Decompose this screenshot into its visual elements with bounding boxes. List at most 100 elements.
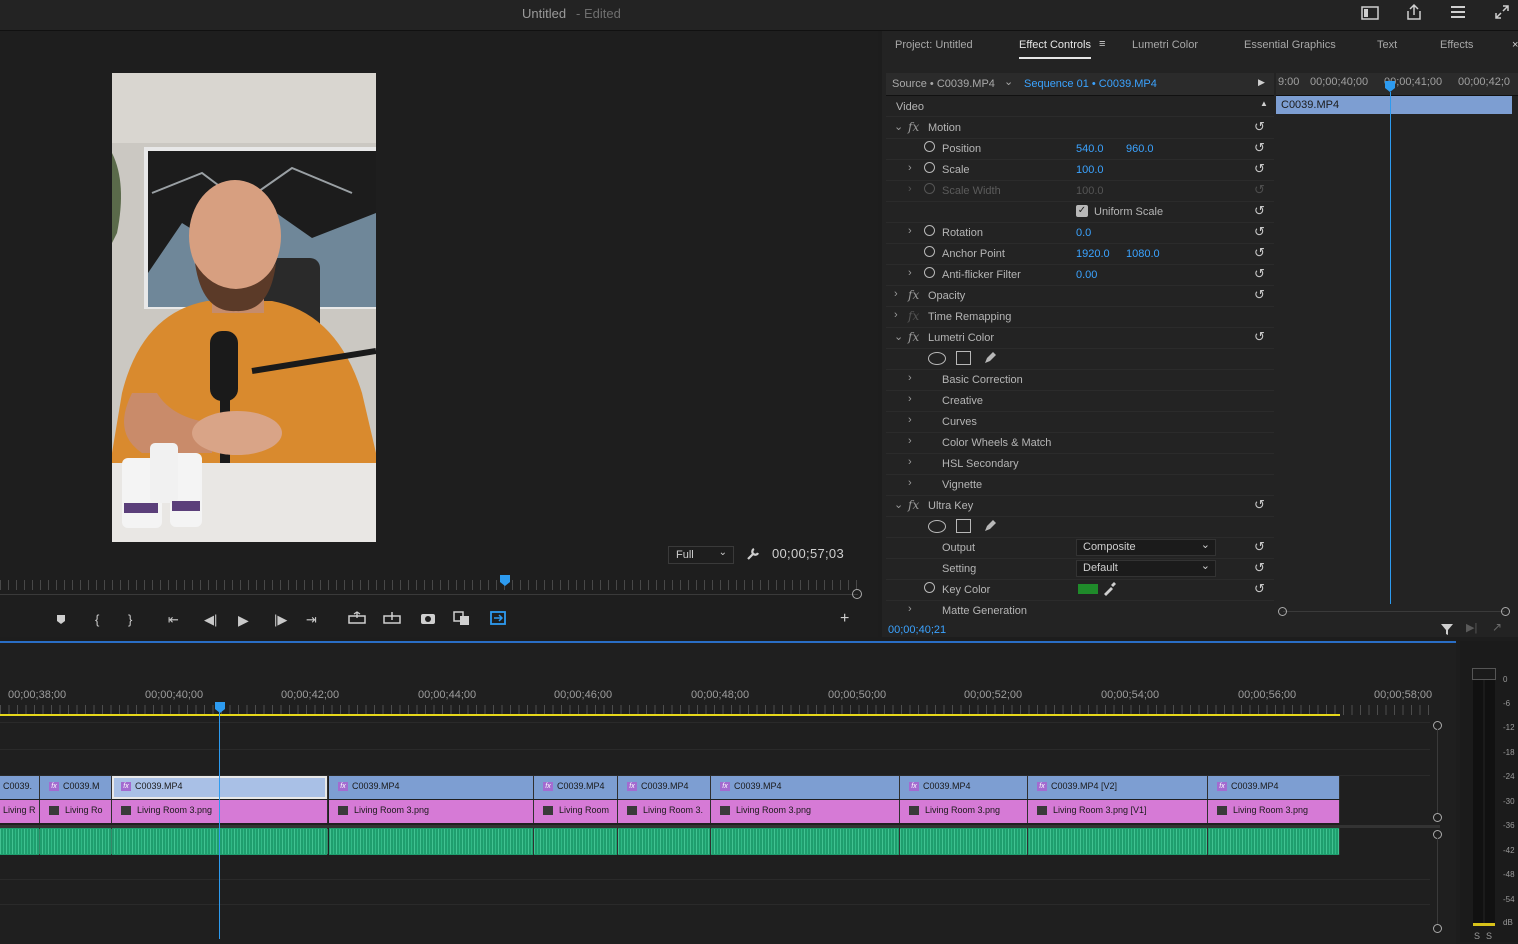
- chevron-down-icon[interactable]: ⌄: [894, 120, 903, 133]
- a1-clip[interactable]: [534, 828, 618, 855]
- chevron-down-icon[interactable]: ⌄: [1004, 75, 1013, 88]
- zoom-handle[interactable]: [1501, 607, 1510, 616]
- chevron-right-icon[interactable]: ›: [908, 414, 912, 426]
- lumetri-basic-correction[interactable]: › Basic Correction: [886, 369, 1274, 391]
- reset-icon[interactable]: ↺: [1254, 581, 1265, 597]
- program-scrub-ruler[interactable]: [0, 580, 858, 590]
- a1-clip[interactable]: [0, 828, 40, 855]
- v1-clip[interactable]: Living Room 3.png: [900, 800, 1028, 823]
- solo-left-button[interactable]: S: [1474, 931, 1480, 941]
- v2-clip[interactable]: fx C0039.MP4: [329, 776, 534, 799]
- mark-in-icon[interactable]: {: [95, 612, 99, 627]
- v1-clip[interactable]: Living R: [0, 800, 40, 823]
- ec-current-time[interactable]: 00;00;40;21: [888, 624, 946, 636]
- stopwatch-icon[interactable]: [924, 225, 935, 236]
- a1-clip[interactable]: [112, 828, 328, 855]
- tab-project[interactable]: Project: Untitled: [895, 39, 973, 51]
- lumetri-hsl-secondary[interactable]: › HSL Secondary: [886, 453, 1274, 475]
- add-marker-icon[interactable]: [55, 613, 67, 625]
- reset-icon[interactable]: ↺: [1254, 203, 1265, 219]
- fx-toggle-icon[interactable]: fx: [908, 288, 919, 302]
- anchor-x-value[interactable]: 1920.0: [1076, 248, 1110, 260]
- solo-right-button[interactable]: S: [1486, 931, 1492, 941]
- extract-icon[interactable]: [383, 611, 401, 625]
- tab-text[interactable]: Text: [1377, 39, 1397, 51]
- reset-icon[interactable]: ↺: [1254, 140, 1265, 156]
- time-remapping-row[interactable]: › fx Time Remapping: [886, 306, 1274, 328]
- work-area-bar[interactable]: [0, 714, 1340, 716]
- position-y-value[interactable]: 960.0: [1126, 143, 1154, 155]
- chevron-down-icon[interactable]: ⌄: [894, 330, 903, 343]
- fx-toggle-icon[interactable]: fx: [908, 498, 919, 512]
- eyedropper-icon[interactable]: [1102, 581, 1116, 596]
- a1-clip[interactable]: [1028, 828, 1208, 855]
- a1-clip[interactable]: [711, 828, 900, 855]
- step-back-icon[interactable]: ◀|: [204, 612, 217, 628]
- zoom-handle[interactable]: [852, 589, 862, 599]
- reset-icon[interactable]: ↺: [1254, 560, 1265, 576]
- share-icon[interactable]: [1405, 3, 1423, 21]
- step-forward-icon[interactable]: |▶: [274, 612, 287, 628]
- filter-icon[interactable]: [1440, 622, 1454, 636]
- v2-clip[interactable]: fx C0039.MP4: [1208, 776, 1340, 799]
- stopwatch-icon[interactable]: [924, 162, 935, 173]
- v2-clip[interactable]: fx C0039.MP4 [V2]: [1028, 776, 1208, 799]
- fullscreen-icon[interactable]: [1493, 4, 1511, 20]
- v2-clip[interactable]: C0039.: [0, 776, 40, 799]
- panel-menu-icon[interactable]: ≡: [1099, 38, 1105, 50]
- tab-effect-controls[interactable]: Effect Controls: [1019, 39, 1091, 51]
- fit-dropdown[interactable]: Full ⌄: [668, 546, 734, 564]
- lumetri-color-wheels[interactable]: › Color Wheels & Match: [886, 432, 1274, 454]
- v1-clip[interactable]: Living Room 3.png: [711, 800, 900, 823]
- show-timeline-icon[interactable]: ▶: [1258, 77, 1265, 88]
- close-icon[interactable]: ×: [1512, 39, 1518, 51]
- ultra-key-effect-row[interactable]: ⌄ fx Ultra Key ↺: [886, 495, 1274, 517]
- output-dropdown[interactable]: Composite ⌄: [1076, 539, 1216, 556]
- reset-icon[interactable]: ↺: [1254, 245, 1265, 261]
- go-to-in-icon[interactable]: ⇤: [168, 612, 179, 628]
- zoom-handle[interactable]: [1278, 607, 1287, 616]
- anti-flicker-value[interactable]: 0.00: [1076, 269, 1097, 281]
- rectangle-mask-icon[interactable]: [956, 519, 971, 533]
- workspaces-menu-icon[interactable]: [1449, 4, 1467, 20]
- chevron-right-icon[interactable]: ›: [908, 372, 912, 384]
- chevron-right-icon[interactable]: ›: [908, 435, 912, 447]
- a1-clip[interactable]: [900, 828, 1028, 855]
- a1-clip[interactable]: [1208, 828, 1340, 855]
- reset-icon[interactable]: ↺: [1254, 497, 1265, 513]
- play-icon[interactable]: ▶: [238, 612, 249, 629]
- scroll-handle[interactable]: [1433, 924, 1442, 933]
- a1-clip[interactable]: [40, 828, 112, 855]
- chevron-right-icon[interactable]: ›: [908, 456, 912, 468]
- panel-layout-icon[interactable]: [1361, 5, 1379, 21]
- opacity-effect-row[interactable]: › fx Opacity ↺: [886, 285, 1274, 307]
- program-playhead[interactable]: [499, 574, 511, 587]
- v1-clip[interactable]: Living Room 3.png: [1208, 800, 1340, 823]
- chevron-right-icon[interactable]: ›: [908, 477, 912, 489]
- compare-view-icon[interactable]: [453, 610, 471, 626]
- chevron-right-icon[interactable]: ›: [908, 603, 912, 615]
- v1-clip[interactable]: Living Room 3.png: [112, 800, 328, 823]
- ellipse-mask-icon[interactable]: [928, 352, 946, 365]
- lift-icon[interactable]: [348, 611, 366, 625]
- reset-icon[interactable]: ↺: [1254, 329, 1265, 345]
- scroll-up-icon[interactable]: ▲: [1260, 99, 1268, 108]
- go-to-out-icon[interactable]: ⇥: [306, 612, 317, 628]
- chevron-right-icon[interactable]: ›: [908, 393, 912, 405]
- reset-icon[interactable]: ↺: [1254, 287, 1265, 303]
- chevron-right-icon[interactable]: ›: [908, 267, 912, 279]
- uniform-scale-checkbox[interactable]: ✓: [1076, 205, 1088, 217]
- chevron-right-icon[interactable]: ›: [908, 162, 912, 174]
- tab-effects[interactable]: Effects: [1440, 39, 1473, 51]
- timeline-playhead[interactable]: [214, 701, 226, 714]
- lumetri-creative[interactable]: › Creative: [886, 390, 1274, 412]
- reset-icon[interactable]: ↺: [1254, 161, 1265, 177]
- v2-clip[interactable]: fx C0039.MP4: [711, 776, 900, 799]
- chevron-right-icon[interactable]: ›: [908, 225, 912, 237]
- export-frame-icon[interactable]: [420, 611, 436, 625]
- pen-mask-icon[interactable]: [982, 350, 998, 366]
- chevron-right-icon[interactable]: ›: [894, 288, 898, 300]
- tab-essential-graphics[interactable]: Essential Graphics: [1244, 39, 1336, 51]
- reset-icon[interactable]: ↺: [1254, 266, 1265, 282]
- v1-clip[interactable]: Living Room: [534, 800, 618, 823]
